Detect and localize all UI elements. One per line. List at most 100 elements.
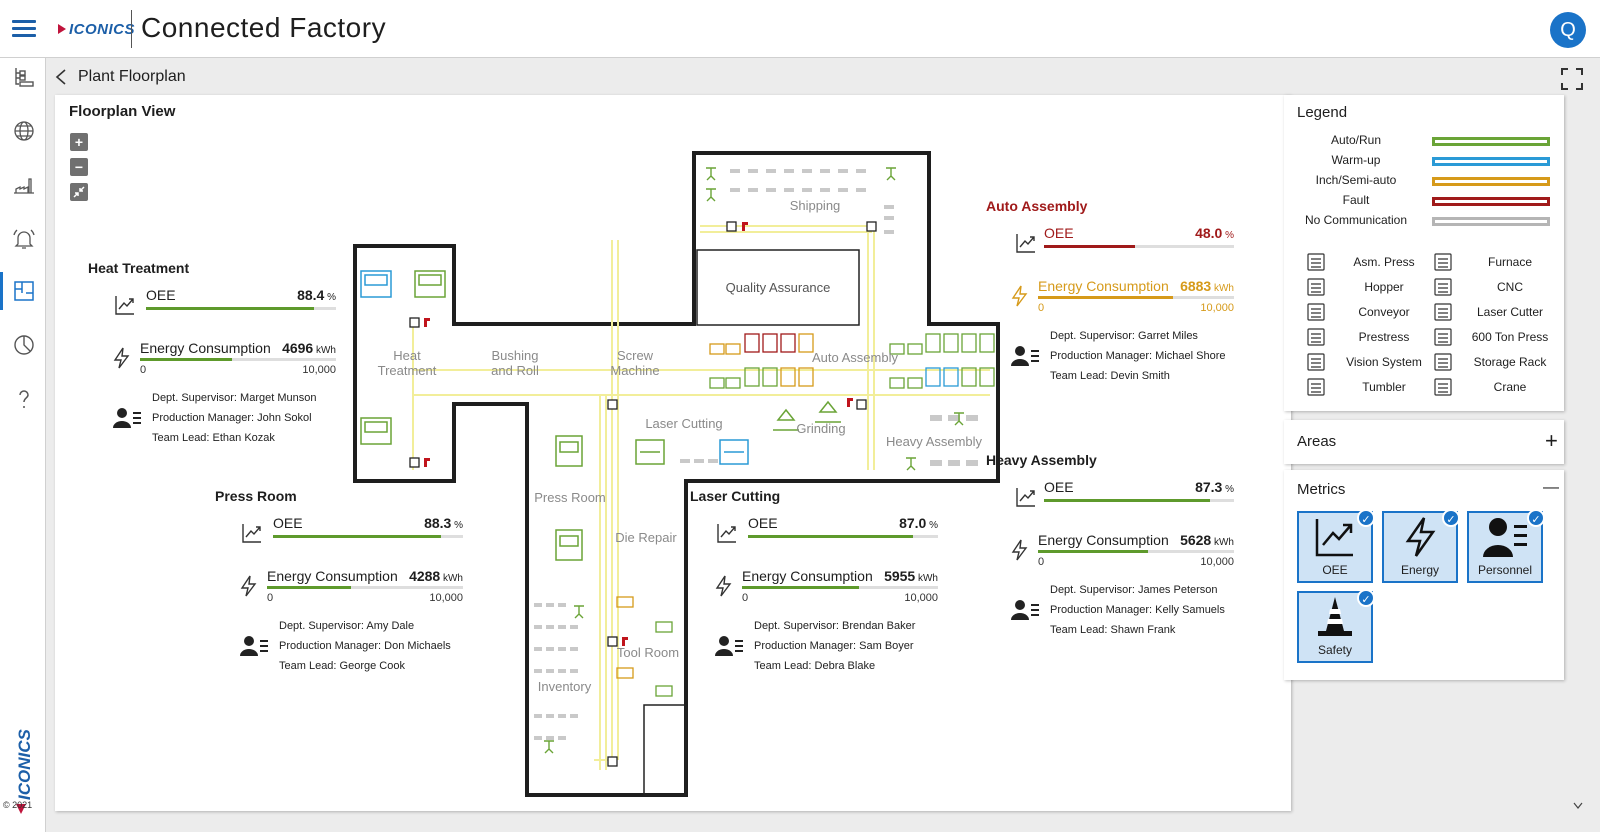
oee-bar [748, 535, 938, 538]
oee-label: OEE [146, 287, 176, 303]
check-icon: ✓ [1357, 509, 1375, 527]
area-bushing-roll[interactable]: Bushing and Roll [470, 348, 560, 378]
energy-label: Energy Consumption [267, 568, 398, 584]
oee-value: 87.3 % [1195, 479, 1234, 495]
oee-value: 48.0 % [1195, 225, 1234, 241]
area-tool-room[interactable]: Tool Room [608, 645, 688, 660]
area-quality-assurance[interactable]: Quality Assurance [700, 280, 856, 295]
energy-unit: kWh [440, 573, 463, 584]
personnel-line: Production Manager: Don Michaels [279, 640, 451, 652]
legend-state-swatch [1432, 137, 1550, 146]
oee-label: OEE [1044, 225, 1074, 241]
tumbler-icon [1305, 376, 1327, 398]
prestress-icon [1305, 326, 1327, 348]
area-laser-cutting[interactable]: Laser Cutting [634, 416, 734, 431]
kpi-card[interactable]: Heavy Assembly OEE 87.3 % Energy Consumptio… [986, 452, 1236, 652]
energy-min: 0 [1038, 302, 1045, 314]
energy-label: Energy Consumption [742, 568, 873, 584]
energy-value: 5955 kWh [884, 568, 938, 584]
area-heat-treatment[interactable]: Heat Treatment [362, 348, 452, 378]
metric-tile-oee[interactable]: OEE ✓ [1297, 509, 1375, 583]
area-press-room[interactable]: Press Room [530, 490, 610, 505]
kpi-card[interactable]: Laser Cutting OEE 87.0 % Energy Consumption… [690, 488, 940, 688]
kpi-area-name[interactable]: Heavy Assembly [986, 452, 1097, 468]
kpi-card[interactable]: Heat Treatment OEE 88.4 % Energy Consumptio… [88, 260, 338, 460]
kpi-card[interactable]: Auto Assembly OEE 48.0 % Energy Consumption… [986, 198, 1236, 398]
personnel-list: Dept. Supervisor: Brendan Baker Productio… [754, 616, 944, 676]
metric-tile-energy[interactable]: Energy ✓ [1382, 509, 1460, 583]
energy-icon [712, 574, 736, 598]
area-screw-machine[interactable]: Screw Machine [590, 348, 680, 378]
personnel-line: Dept. Supervisor: Brendan Baker [754, 620, 916, 632]
energy-label: Energy Consumption [1038, 278, 1169, 294]
personnel-line: Team Lead: Debra Blake [754, 660, 876, 672]
press-600-ton-icon [1432, 326, 1454, 348]
energy-max: 10,000 [1200, 302, 1234, 314]
energy-unit: kWh [915, 573, 938, 584]
oee-bar-fill [273, 535, 441, 538]
personnel-line: Team Lead: Shawn Frank [1050, 624, 1176, 636]
oee-unit: % [1222, 230, 1234, 241]
legend-equipment-label: Tumbler [1362, 380, 1406, 394]
legend-equipment-label: Asm. Press [1353, 255, 1415, 269]
energy-value: 4288 kWh [409, 568, 463, 584]
legend-equipment-label: Vision System [1346, 355, 1422, 369]
storage-room [643, 704, 687, 796]
kpi-area-name[interactable]: Press Room [215, 488, 297, 504]
energy-unit: kWh [313, 345, 336, 356]
kpi-area-name[interactable]: Heat Treatment [88, 260, 189, 276]
energy-min: 0 [1038, 556, 1045, 568]
personnel-line: Team Lead: Ethan Kozak [152, 432, 275, 444]
trend-icon [1014, 485, 1038, 509]
personnel-line: Production Manager: John Sokol [152, 412, 312, 424]
area-heavy-assembly[interactable]: Heavy Assembly [874, 434, 994, 449]
personnel-line: Team Lead: Devin Smith [1050, 370, 1170, 382]
metrics-collapse-button[interactable]: — [1543, 479, 1559, 497]
energy-max: 10,000 [429, 592, 463, 604]
energy-unit: kWh [1211, 283, 1234, 294]
energy-bar [742, 586, 938, 589]
legend-state-label: Warm-up [1331, 153, 1381, 167]
oee-value: 88.3 % [424, 515, 463, 531]
kpi-card[interactable]: Press Room OEE 88.3 % Energy Consumption 428… [215, 488, 465, 688]
asm-press-icon [1305, 251, 1327, 273]
energy-bar-fill [267, 586, 352, 589]
area-die-repair[interactable]: Die Repair [606, 530, 686, 545]
storage-rack-icon [1432, 351, 1454, 373]
personnel-list: Dept. Supervisor: Garret Miles Production… [1050, 326, 1240, 386]
metric-tile-safety[interactable]: Safety ✓ [1297, 589, 1375, 663]
oee-bar [273, 535, 463, 538]
areas-expand-button[interactable]: + [1545, 428, 1558, 454]
area-auto-assembly[interactable]: Auto Assembly [800, 350, 910, 365]
legend-equipment-label: Furnace [1487, 255, 1533, 269]
area-inventory[interactable]: Inventory [527, 679, 602, 694]
area-grinding[interactable]: Grinding [786, 421, 856, 436]
personnel-line: Production Manager: Michael Shore [1050, 350, 1226, 362]
energy-bar [1038, 296, 1234, 299]
energy-bar [267, 586, 463, 589]
legend-equipment-label: Prestress [1358, 330, 1410, 344]
kpi-area-name[interactable]: Laser Cutting [690, 488, 780, 504]
scrollbar[interactable] [1569, 95, 1587, 815]
personnel-list: Dept. Supervisor: James Peterson Producti… [1050, 580, 1240, 640]
hopper-icon [1305, 276, 1327, 298]
energy-min: 0 [742, 592, 749, 604]
metric-tile-personnel[interactable]: Personnel ✓ [1467, 509, 1545, 583]
check-icon: ✓ [1442, 509, 1460, 527]
oee-bar [1044, 245, 1234, 248]
energy-value: 6883 kWh [1180, 278, 1234, 294]
area-shipping[interactable]: Shipping [760, 198, 870, 213]
energy-unit: kWh [1211, 537, 1234, 548]
oee-bar [146, 307, 336, 310]
oee-bar-fill [1044, 245, 1136, 248]
kpi-area-name[interactable]: Auto Assembly [986, 198, 1087, 214]
legend-state-swatch [1432, 157, 1550, 166]
energy-max: 10,000 [302, 364, 336, 376]
energy-min: 0 [140, 364, 147, 376]
legend-state-label: Inch/Semi-auto [1315, 173, 1397, 187]
energy-icon [110, 346, 134, 370]
oee-label: OEE [273, 515, 303, 531]
legend-state-swatch [1432, 177, 1550, 186]
furnace-icon [1432, 251, 1454, 273]
energy-max: 10,000 [904, 592, 938, 604]
